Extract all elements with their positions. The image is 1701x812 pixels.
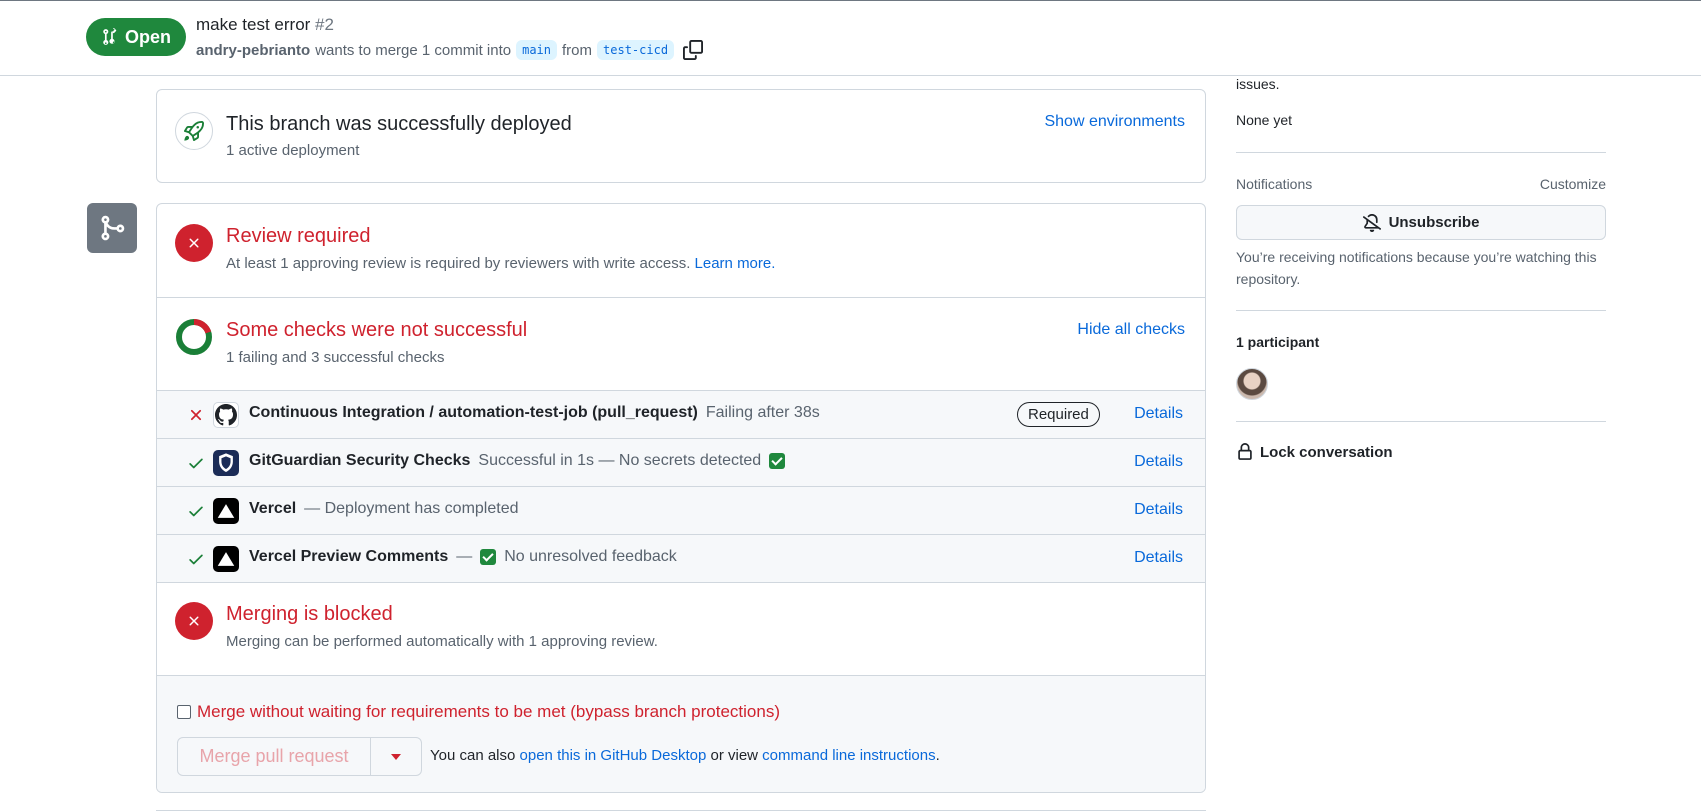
vercel-icon	[213, 546, 239, 572]
required-badge: Required	[1017, 402, 1100, 427]
bypass-checkbox[interactable]	[177, 705, 191, 719]
hide-all-checks-button[interactable]: Hide all checks	[1077, 321, 1185, 339]
review-required-subtitle: At least 1 approving review is required …	[226, 255, 775, 272]
deployment-box: This branch was successfully deployed 1 …	[156, 89, 1206, 183]
check-row-vercel-preview: Vercel Preview Comments — No unresolved …	[157, 535, 1205, 583]
development-issues-tail: issues.	[1236, 76, 1280, 92]
pr-author-link[interactable]: andry-pebrianto	[196, 42, 310, 59]
check-details-link[interactable]: Details	[1134, 549, 1183, 567]
check-text: Vercel Preview Comments — No unresolved …	[249, 548, 677, 566]
vercel-icon	[213, 498, 239, 524]
check-icon	[189, 554, 203, 565]
check-details-link[interactable]: Details	[1134, 501, 1183, 519]
x-circle-icon	[175, 224, 213, 262]
notifications-heading: Notifications	[1236, 176, 1313, 192]
merge-method-dropdown[interactable]	[371, 738, 421, 775]
lock-icon	[1238, 443, 1252, 460]
checks-donut-icon	[176, 318, 212, 355]
github-desktop-link[interactable]: open this in GitHub Desktop	[520, 747, 707, 764]
unsubscribe-label: Unsubscribe	[1388, 214, 1480, 231]
merging-blocked-section: Merging is blocked Merging can be perfor…	[157, 582, 1205, 676]
pr-meta-text: wants to merge 1 commit into	[315, 41, 512, 59]
check-text: Continuous Integration / automation-test…	[249, 404, 820, 422]
check-name: Vercel Preview Comments	[249, 548, 449, 565]
checks-summary-section: Some checks were not successful 1 failin…	[157, 298, 1205, 391]
review-required-title: Review required	[226, 225, 371, 247]
check-desc: Successful in 1s — No secrets detected	[478, 452, 762, 469]
next-timeline-item-edge	[156, 810, 1206, 811]
deployment-subtitle: 1 active deployment	[226, 142, 360, 159]
pr-state-label: Open	[124, 26, 171, 47]
check-desc: Failing after 38s	[705, 404, 820, 421]
merge-button-group: Merge pull request	[177, 737, 422, 776]
merge-alternatives-text: You can also open this in GitHub Desktop…	[430, 747, 940, 764]
x-circle-icon	[175, 602, 213, 640]
sidebar-divider	[1236, 310, 1606, 311]
pull-request-icon	[103, 28, 117, 45]
alt-suffix: .	[935, 747, 940, 764]
check-box-icon	[769, 453, 786, 469]
x-icon	[190, 409, 202, 421]
pr-title: make test error #2	[196, 15, 334, 35]
sidebar-divider	[1236, 421, 1606, 422]
bell-slash-icon	[1362, 213, 1381, 232]
check-row-gitguardian: GitGuardian Security Checks Successful i…	[157, 439, 1205, 487]
pr-state-badge: Open	[86, 18, 186, 56]
learn-more-link[interactable]: Learn more.	[695, 255, 776, 272]
check-text: GitGuardian Security Checks Successful i…	[249, 452, 786, 470]
checks-summary-subtitle: 1 failing and 3 successful checks	[226, 349, 445, 366]
head-branch-label[interactable]: test-cicd	[597, 40, 675, 60]
merging-blocked-title: Merging is blocked	[226, 603, 393, 625]
review-required-text: At least 1 approving review is required …	[226, 255, 691, 272]
review-required-section: Review required At least 1 approving rev…	[157, 204, 1205, 298]
sidebar-divider	[1236, 152, 1606, 153]
notifications-note: You’re receiving notifications because y…	[1236, 249, 1597, 287]
merge-actions-section: Merge without waiting for requirements t…	[157, 676, 1205, 792]
check-icon	[189, 458, 203, 469]
merging-blocked-subtitle: Merging can be performed automatically w…	[226, 633, 658, 650]
development-value: None yet	[1236, 112, 1293, 128]
git-merge-icon	[87, 203, 137, 253]
check-desc: — Deployment has completed	[304, 500, 519, 517]
command-line-link[interactable]: command line instructions	[762, 747, 935, 764]
check-desc: No unresolved feedback	[504, 548, 677, 565]
customize-notifications-link[interactable]: Customize	[1540, 176, 1606, 192]
gitguardian-icon	[213, 450, 239, 476]
alt-mid: or view	[710, 747, 758, 764]
bypass-label[interactable]: Merge without waiting for requirements t…	[197, 702, 780, 722]
checks-summary-title: Some checks were not successful	[226, 319, 528, 341]
alt-prefix: You can also	[430, 747, 516, 764]
check-details-link[interactable]: Details	[1134, 453, 1183, 471]
check-row-vercel: Vercel — Deployment has completed Detail…	[157, 487, 1205, 535]
check-dash: —	[456, 548, 473, 565]
deployment-title: This branch was successfully deployed	[226, 113, 572, 135]
pr-number: #2	[315, 15, 334, 34]
check-icon	[189, 506, 203, 517]
participant-avatar[interactable]	[1236, 368, 1268, 400]
show-environments-button[interactable]: Show environments	[1044, 113, 1185, 131]
check-details-link[interactable]: Details	[1134, 405, 1183, 423]
base-branch-label[interactable]: main	[516, 40, 558, 60]
check-text: Vercel — Deployment has completed	[249, 500, 518, 518]
check-row-ci: Continuous Integration / automation-test…	[157, 391, 1205, 439]
check-box-icon	[480, 549, 497, 565]
lock-conversation-label: Lock conversation	[1260, 443, 1393, 461]
rocket-icon	[175, 112, 213, 150]
copy-icon[interactable]	[683, 40, 704, 60]
bypass-checkbox-row[interactable]: Merge without waiting for requirements t…	[177, 702, 780, 722]
participants-heading: 1 participant	[1236, 334, 1320, 350]
pr-meta: andry-pebrianto wants to merge 1 commit …	[196, 40, 704, 60]
unsubscribe-button[interactable]: Unsubscribe	[1236, 205, 1606, 240]
lock-conversation-button[interactable]: Lock conversation	[1236, 443, 1393, 461]
from-text: from	[562, 41, 593, 59]
merge-pull-request-button[interactable]: Merge pull request	[178, 738, 371, 775]
check-name: Vercel	[249, 500, 297, 517]
check-name: GitGuardian Security Checks	[249, 452, 471, 469]
pr-title-text: make test error	[196, 15, 311, 34]
check-name: Continuous Integration / automation-test…	[249, 404, 698, 421]
pr-sticky-header: Open make test error #2 andry-pebrianto …	[0, 1, 1701, 76]
merge-box: Review required At least 1 approving rev…	[156, 203, 1206, 793]
caret-down-icon	[391, 753, 401, 760]
github-icon	[213, 402, 239, 428]
